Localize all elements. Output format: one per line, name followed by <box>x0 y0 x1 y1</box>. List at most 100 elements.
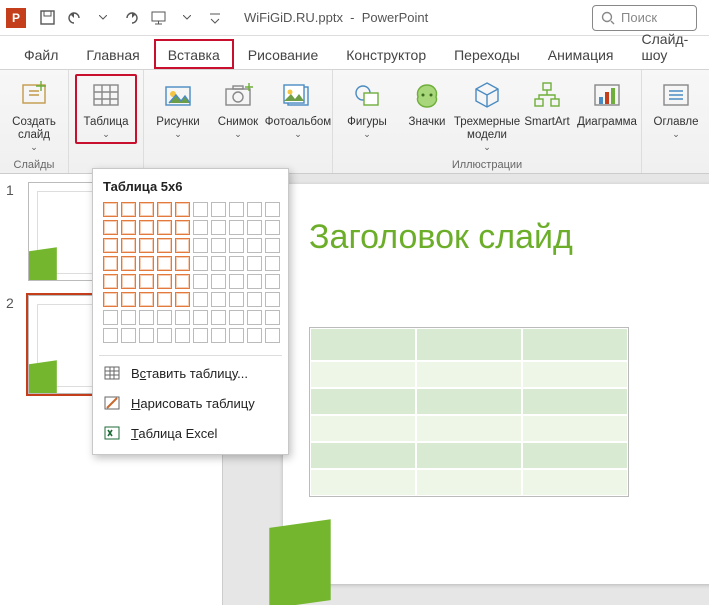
grid-cell[interactable] <box>229 220 244 235</box>
table-size-grid[interactable] <box>93 202 288 353</box>
grid-cell[interactable] <box>265 310 280 325</box>
grid-cell[interactable] <box>211 220 226 235</box>
grid-cell[interactable] <box>211 274 226 289</box>
grid-cell[interactable] <box>265 292 280 307</box>
grid-cell[interactable] <box>139 292 154 307</box>
grid-cell[interactable] <box>193 274 208 289</box>
grid-cell[interactable] <box>265 256 280 271</box>
grid-cell[interactable] <box>175 292 190 307</box>
grid-cell[interactable] <box>265 328 280 343</box>
grid-cell[interactable] <box>175 238 190 253</box>
grid-cell[interactable] <box>193 202 208 217</box>
grid-cell[interactable] <box>247 328 262 343</box>
grid-cell[interactable] <box>103 238 118 253</box>
grid-cell[interactable] <box>193 310 208 325</box>
grid-cell[interactable] <box>121 220 136 235</box>
grid-cell[interactable] <box>211 328 226 343</box>
grid-cell[interactable] <box>175 328 190 343</box>
3d-models-button[interactable]: Трехмерные модели⌄ <box>459 74 515 157</box>
undo-button[interactable] <box>62 5 88 31</box>
excel-table-menu-item[interactable]: Таблица Excel <box>93 418 288 448</box>
tab-запись[interactable]: Запись <box>702 39 709 69</box>
tab-файл[interactable]: Файл <box>10 39 72 69</box>
grid-cell[interactable] <box>229 238 244 253</box>
grid-cell[interactable] <box>229 274 244 289</box>
grid-cell[interactable] <box>229 256 244 271</box>
slideshow-dropdown[interactable] <box>174 5 200 31</box>
grid-cell[interactable] <box>157 256 172 271</box>
grid-cell[interactable] <box>121 256 136 271</box>
toc-button[interactable]: Оглавле⌄ <box>648 74 704 144</box>
grid-cell[interactable] <box>139 238 154 253</box>
grid-cell[interactable] <box>247 202 262 217</box>
insert-table-menu-item[interactable]: Вставить таблицу... <box>93 358 288 388</box>
undo-dropdown[interactable] <box>90 5 116 31</box>
grid-cell[interactable] <box>211 310 226 325</box>
grid-cell[interactable] <box>121 202 136 217</box>
grid-cell[interactable] <box>265 220 280 235</box>
grid-cell[interactable] <box>193 256 208 271</box>
slide-title[interactable]: Заголовок слайд <box>309 218 709 257</box>
grid-cell[interactable] <box>157 238 172 253</box>
grid-cell[interactable] <box>157 292 172 307</box>
grid-cell[interactable] <box>175 202 190 217</box>
grid-cell[interactable] <box>229 292 244 307</box>
grid-cell[interactable] <box>229 328 244 343</box>
grid-cell[interactable] <box>139 256 154 271</box>
grid-cell[interactable] <box>211 256 226 271</box>
grid-cell[interactable] <box>247 274 262 289</box>
grid-cell[interactable] <box>247 220 262 235</box>
grid-cell[interactable] <box>193 292 208 307</box>
table-button[interactable]: Таблица⌄ <box>75 74 137 144</box>
grid-cell[interactable] <box>211 202 226 217</box>
slide-table[interactable] <box>309 327 629 497</box>
grid-cell[interactable] <box>103 310 118 325</box>
grid-cell[interactable] <box>103 256 118 271</box>
grid-cell[interactable] <box>157 328 172 343</box>
tab-рисование[interactable]: Рисование <box>234 39 333 69</box>
grid-cell[interactable] <box>103 274 118 289</box>
grid-cell[interactable] <box>157 274 172 289</box>
grid-cell[interactable] <box>175 310 190 325</box>
grid-cell[interactable] <box>175 256 190 271</box>
grid-cell[interactable] <box>121 274 136 289</box>
grid-cell[interactable] <box>139 202 154 217</box>
grid-cell[interactable] <box>139 220 154 235</box>
chart-button[interactable]: Диаграмма <box>579 74 635 133</box>
slide[interactable]: Заголовок слайд <box>283 184 709 584</box>
tab-главная[interactable]: Главная <box>72 39 153 69</box>
grid-cell[interactable] <box>229 310 244 325</box>
grid-cell[interactable] <box>121 310 136 325</box>
grid-cell[interactable] <box>211 292 226 307</box>
grid-cell[interactable] <box>121 238 136 253</box>
pictures-button[interactable]: Рисунки⌄ <box>150 74 206 144</box>
grid-cell[interactable] <box>139 274 154 289</box>
grid-cell[interactable] <box>103 292 118 307</box>
grid-cell[interactable] <box>157 220 172 235</box>
grid-cell[interactable] <box>193 328 208 343</box>
save-button[interactable] <box>34 5 60 31</box>
grid-cell[interactable] <box>265 274 280 289</box>
grid-cell[interactable] <box>139 310 154 325</box>
grid-cell[interactable] <box>121 328 136 343</box>
draw-table-menu-item[interactable]: Нарисовать таблицу <box>93 388 288 418</box>
tab-вставка[interactable]: Вставка <box>154 39 234 69</box>
grid-cell[interactable] <box>103 328 118 343</box>
grid-cell[interactable] <box>247 310 262 325</box>
grid-cell[interactable] <box>193 220 208 235</box>
grid-cell[interactable] <box>265 238 280 253</box>
grid-cell[interactable] <box>175 220 190 235</box>
tab-переходы[interactable]: Переходы <box>440 39 534 69</box>
shapes-button[interactable]: Фигуры⌄ <box>339 74 395 144</box>
grid-cell[interactable] <box>103 202 118 217</box>
grid-cell[interactable] <box>265 202 280 217</box>
photo-album-button[interactable]: Фотоальбом⌄ <box>270 74 326 144</box>
tab-конструктор[interactable]: Конструктор <box>332 39 440 69</box>
grid-cell[interactable] <box>229 202 244 217</box>
grid-cell[interactable] <box>157 310 172 325</box>
tab-анимация[interactable]: Анимация <box>534 39 628 69</box>
grid-cell[interactable] <box>211 238 226 253</box>
grid-cell[interactable] <box>247 256 262 271</box>
icons-button[interactable]: Значки <box>399 74 455 133</box>
new-slide-button[interactable]: Создать слайд⌄ <box>6 74 62 157</box>
